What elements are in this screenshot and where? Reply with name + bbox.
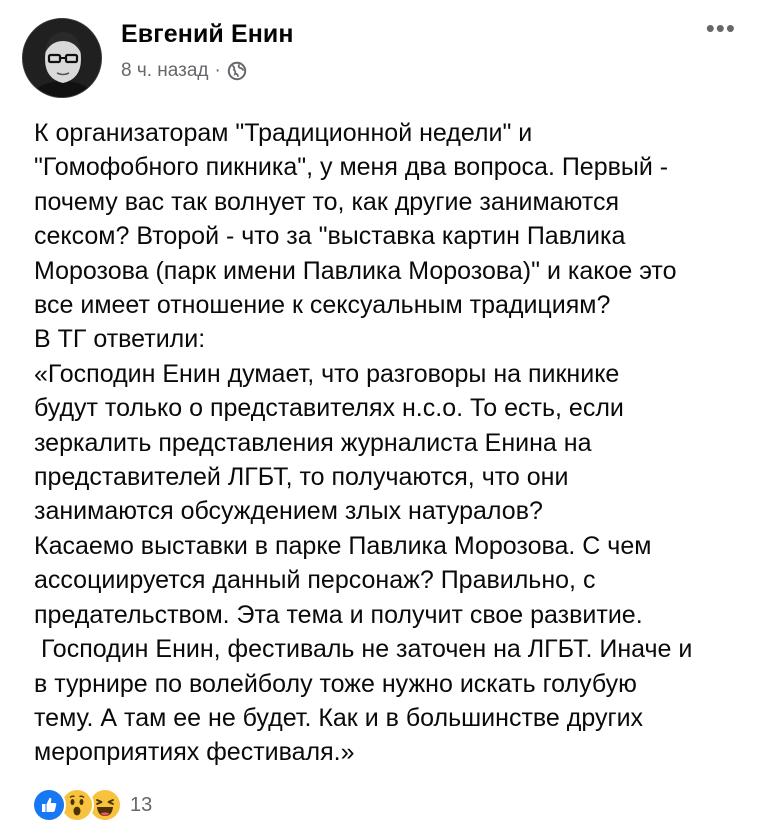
post-text-line: ассоциируется данный персонаж? Правильно… — [34, 566, 596, 595]
post-body: К организаторам "Традиционной недели" и "… — [34, 116, 734, 770]
post-text-line: будут только о представителях н.с.о. То … — [34, 394, 624, 423]
post-text-line: "Гомофобного пикника", у меня два вопрос… — [34, 153, 669, 182]
globe-icon — [227, 61, 247, 81]
post-text-line: мероприятиях фестиваля.» — [34, 738, 355, 767]
post-text-line: предательством. Эта тема и получит свое … — [34, 600, 643, 629]
post-text-line: сексом? Второй - что за "выставка картин… — [34, 222, 626, 251]
post-text-line: в турнире по волейболу тоже нужно искать… — [34, 669, 637, 698]
post-text-line: Касаемо выставки в парке Павлика Морозов… — [34, 531, 652, 560]
post-timestamp[interactable]: 8 ч. назад — [121, 60, 209, 82]
post-text-line: занимаются обсуждением злых натуралов? — [34, 497, 543, 526]
reactions-bar[interactable]: 13 — [32, 788, 152, 822]
post-text-line: Господин Енин, фестиваль не заточен на Л… — [34, 635, 693, 664]
post-text-line: «Господин Енин думает, что разговоры на … — [34, 359, 620, 388]
author-name[interactable]: Евгений Енин — [121, 20, 294, 49]
reaction-count[interactable]: 13 — [130, 794, 152, 817]
post-text-line: все имеет отношение к сексуальным традиц… — [34, 291, 611, 320]
post-text-line: зеркалить представления журналиста Енина… — [34, 428, 592, 457]
meta-separator: · — [214, 60, 221, 81]
post-text-line: В ТГ ответили: — [34, 325, 206, 354]
avatar-portrait — [23, 19, 101, 97]
post-meta: 8 ч. назад · — [121, 60, 247, 82]
post-text-line: К организаторам "Традиционной недели" и — [34, 119, 533, 147]
post-text-line: тему. А там ее не будет. Как и в большин… — [34, 703, 644, 732]
post-text-line: Морозова (парк имени Павлика Морозова)" … — [34, 256, 677, 285]
more-options-icon[interactable]: ••• — [706, 15, 736, 41]
post-header: Евгений Енин 8 ч. назад · ••• — [18, 12, 742, 98]
like-icon — [32, 788, 66, 822]
avatar[interactable] — [22, 18, 102, 98]
post-text-line: представителей ЛГБТ, то получаются, что … — [34, 463, 569, 492]
post-text-line: почему вас так волнует то, как другие за… — [34, 187, 619, 216]
